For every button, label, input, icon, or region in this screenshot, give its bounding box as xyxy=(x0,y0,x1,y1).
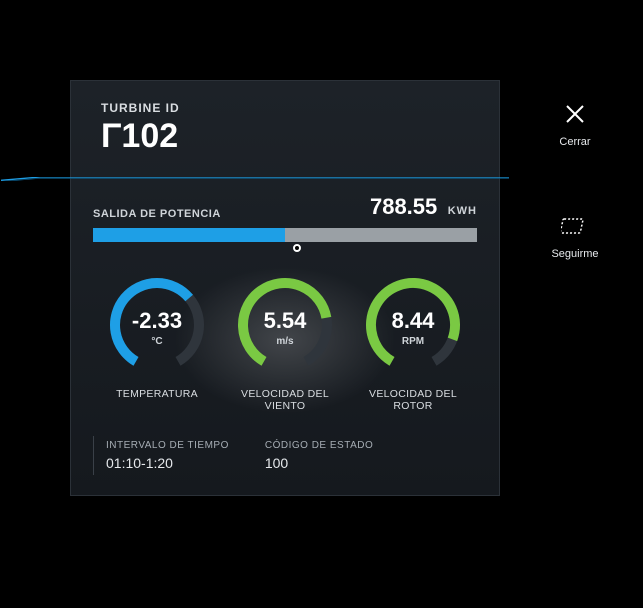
side-actions: Cerrar Seguirme xyxy=(530,100,620,260)
power-progress-fill xyxy=(93,228,285,242)
turbine-id-value: Γ102 xyxy=(101,117,469,156)
gauge-value-2: 8.44 xyxy=(392,308,435,334)
status-code-value: 100 xyxy=(265,455,373,471)
time-interval-block: INTERVALO DE TIEMPO 01:10-1:20 xyxy=(106,440,229,471)
panel-header: TURBINE ID Γ102 xyxy=(71,81,499,170)
power-output-value: 788.55 xyxy=(370,194,437,219)
close-icon xyxy=(561,100,589,128)
status-code-block: CÓDIGO DE ESTADO 100 xyxy=(265,440,373,471)
turbine-detail-panel: TURBINE ID Γ102 SALIDA DE POTENCIA 788.5… xyxy=(70,80,500,496)
power-progress-bar xyxy=(93,228,477,242)
status-code-label: CÓDIGO DE ESTADO xyxy=(265,440,373,451)
gauge-value-1: 5.54 xyxy=(264,308,307,334)
gauge-caption-0: TEMPERATURA xyxy=(116,388,198,412)
follow-button[interactable]: Seguirme xyxy=(551,212,598,260)
time-interval-label: INTERVALO DE TIEMPO xyxy=(106,440,229,451)
power-output-row: SALIDA DE POTENCIA 788.55 KWH xyxy=(93,194,477,220)
time-interval-value: 01:10-1:20 xyxy=(106,455,229,471)
turbine-id-label: TURBINE ID xyxy=(101,101,469,115)
close-button[interactable]: Cerrar xyxy=(559,100,590,148)
power-output-label: SALIDA DE POTENCIA xyxy=(93,208,221,220)
power-output-value-wrap: 788.55 KWH xyxy=(370,194,477,220)
gauge-unit-1: m/s xyxy=(276,336,293,347)
follow-icon xyxy=(561,212,589,240)
panel-content: SALIDA DE POTENCIA 788.55 KWH -2.33 °C T… xyxy=(71,170,499,495)
gauge-2: 8.44 RPM VELOCIDAD DEL ROTOR xyxy=(349,270,477,412)
follow-button-label: Seguirme xyxy=(551,248,598,260)
gauge-caption-2: VELOCIDAD DEL ROTOR xyxy=(349,388,477,412)
power-output-unit: KWH xyxy=(448,205,477,217)
gauge-0: -2.33 °C TEMPERATURA xyxy=(93,270,221,412)
gauge-1: 5.54 m/s VELOCIDAD DEL VIENTO xyxy=(221,270,349,412)
gauge-caption-1: VELOCIDAD DEL VIENTO xyxy=(221,388,349,412)
panel-footer: INTERVALO DE TIEMPO 01:10-1:20 CÓDIGO DE… xyxy=(93,436,477,475)
gauge-unit-0: °C xyxy=(151,336,162,347)
gauge-row: -2.33 °C TEMPERATURA 5.54 m/s VELOCIDAD … xyxy=(93,270,477,412)
power-progress-handle[interactable] xyxy=(293,244,301,252)
gauge-value-0: -2.33 xyxy=(132,308,182,334)
close-button-label: Cerrar xyxy=(559,136,590,148)
gauge-unit-2: RPM xyxy=(402,336,424,347)
